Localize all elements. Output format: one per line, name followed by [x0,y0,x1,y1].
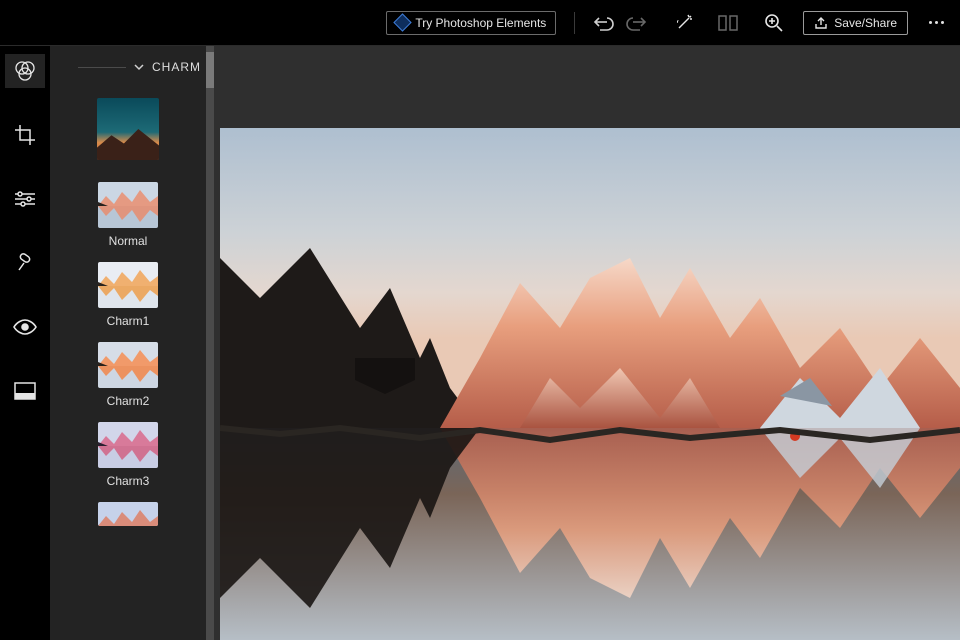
looks-icon[interactable] [5,54,45,88]
preset-label: Normal [109,234,148,248]
redo-icon[interactable] [625,12,647,34]
canvas-image[interactable] [220,128,960,640]
redeye-icon[interactable] [5,310,45,344]
preset-group-name: CHARM [152,60,201,74]
preset-thumb-normal[interactable] [98,182,158,228]
magic-wand-icon[interactable] [673,12,695,34]
preset-thumb-charm1[interactable] [98,262,158,308]
preset-thumb-partial[interactable] [98,502,158,526]
blemish-icon[interactable] [5,246,45,280]
chevron-down-icon [134,62,144,72]
tool-rail [0,46,50,640]
preset-label: Charm2 [107,394,150,408]
undo-icon[interactable] [593,12,615,34]
scrollbar-thumb[interactable] [206,52,214,88]
presets-panel: CHARM [50,46,214,640]
photoshop-elements-icon [394,13,412,31]
preset-thumb-charm3[interactable] [98,422,158,468]
save-share-label: Save/Share [834,16,897,30]
more-icon[interactable] [924,12,948,34]
compare-icon[interactable] [717,12,739,34]
zoom-in-icon[interactable] [763,12,785,34]
frames-icon[interactable] [5,374,45,408]
preset-group-header[interactable]: CHARM [50,46,206,84]
save-share-button[interactable]: Save/Share [803,11,908,35]
preset-thumb-charm2[interactable] [98,342,158,388]
preset-label: Charm1 [107,314,150,328]
preset-thumb[interactable] [97,98,159,160]
preset-label: Charm3 [107,474,150,488]
share-icon [814,16,828,30]
topbar: Try Photoshop Elements [0,0,960,46]
canvas-stage [214,46,960,640]
try-label: Try Photoshop Elements [415,16,546,30]
panel-scrollbar[interactable] [206,46,214,640]
crop-icon[interactable] [5,118,45,152]
sliders-icon[interactable] [5,182,45,216]
try-photoshop-elements-button[interactable]: Try Photoshop Elements [386,11,556,35]
divider [574,12,575,34]
